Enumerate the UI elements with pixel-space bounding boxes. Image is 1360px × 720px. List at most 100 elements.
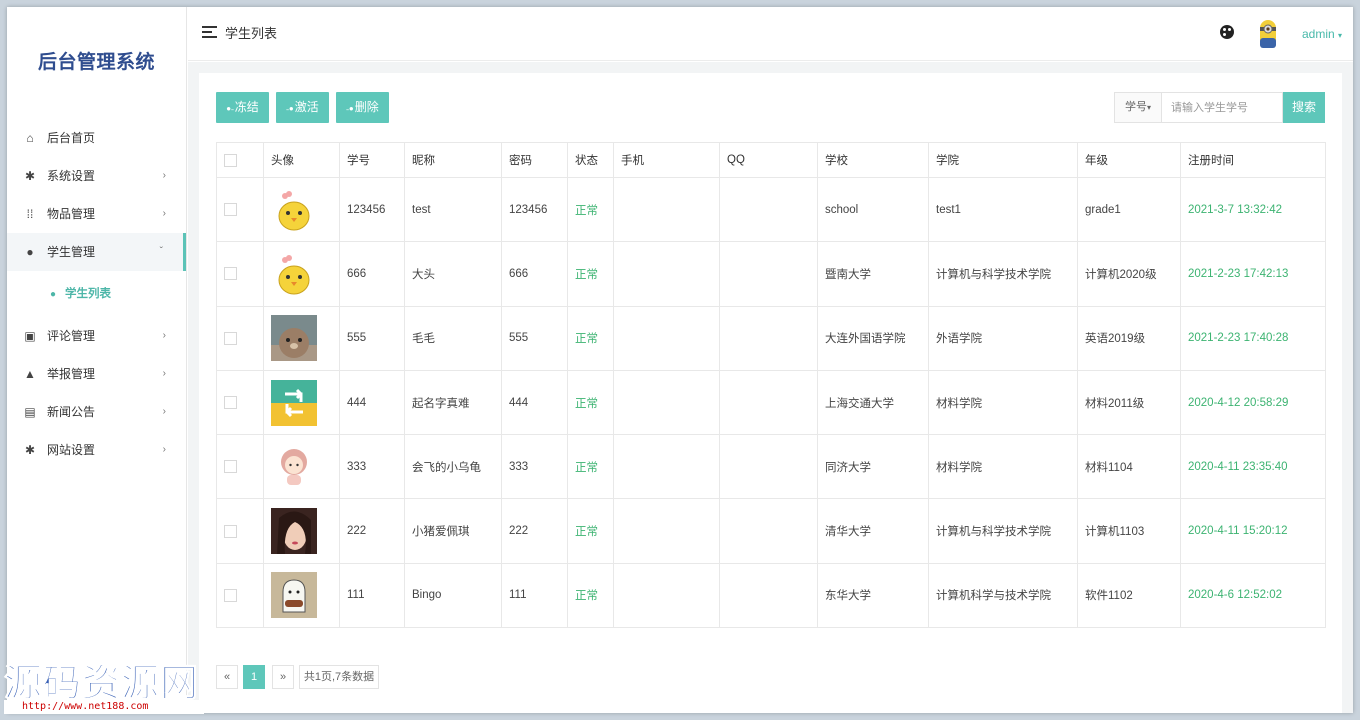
student-college: 计算机科学与技术学院 [928,562,1078,629]
sidebar-item-reports[interactable]: ▲ 举报管理 › [7,355,186,393]
activate-button[interactable]: ˗●激活 [276,92,329,123]
student-nickname: Bingo [404,562,502,629]
row-checkbox[interactable] [224,331,237,345]
palette-icon[interactable] [1220,25,1234,39]
bear-avatar [271,315,317,362]
table-header-row: 头像 学号 昵称 密码 状态 手机 QQ 学校 学院 年级 注册时间 [216,142,1326,178]
sidebar-item-comments[interactable]: ▣ 评论管理 › [7,317,186,355]
sidebar-item-students[interactable]: ● 学生管理 ˇ [7,233,186,271]
column-header: 年级 [1077,142,1181,178]
comment-icon: ▣ [24,329,36,343]
watermark-url: http://www.net188.com [4,700,204,714]
student-school: 东华大学 [817,562,929,629]
freeze-label: 冻结 [234,100,259,114]
sidebar-item-items[interactable]: ⁞⁞ 物品管理 › [7,195,186,233]
sidebar-item-label: 学生管理 [47,245,96,259]
sidebar-item-home[interactable]: ⌂ 后台首页 [7,119,186,157]
student-grade: 材料2011级 [1077,369,1181,436]
select-all-checkbox[interactable] [224,153,237,167]
student-status: 正常 [567,498,614,564]
student-grade: 软件1102 [1077,562,1181,629]
table-row: 111 Bingo 111 正常 东华大学 计算机科学与技术学院 软件1102 … [216,562,1326,629]
student-id: 444 [339,369,405,436]
users-icon: ● [49,289,57,300]
student-college: 材料学院 [928,434,1078,500]
users-icon: ● [26,245,34,259]
student-qq [719,434,818,500]
row-checkbox[interactable] [224,460,237,474]
column-header: 密码 [501,142,568,178]
student-school: 同济大学 [817,434,929,500]
student-id: 666 [339,241,405,307]
column-header: 头像 [263,142,340,178]
student-grade: 材料1104 [1077,434,1181,500]
user-name: admin [1302,27,1335,41]
sidebar-item-news[interactable]: ▤ 新闻公告 › [7,393,186,431]
student-id: 222 [339,498,405,564]
pagination-prev[interactable]: « [216,665,238,689]
row-checkbox[interactable] [224,267,237,281]
caret-down-icon: ▾ [1146,103,1151,112]
student-regtime: 2020-4-12 20:58:29 [1180,369,1326,436]
student-regtime: 2021-2-23 17:42:13 [1180,241,1326,307]
delete-button[interactable]: ˗●删除 [336,92,389,123]
student-status: 正常 [567,241,614,307]
student-college: 材料学院 [928,369,1078,436]
student-regtime: 2020-4-11 23:35:40 [1180,434,1326,500]
chevron-down-icon: ˇ [159,246,163,257]
chevron-right-icon: › [162,406,166,417]
student-nickname: 小猪爱佩琪 [404,498,502,564]
column-header: 昵称 [404,142,502,178]
row-checkbox[interactable] [224,524,237,538]
student-id: 333 [339,434,405,500]
sidebar-item-system-settings[interactable]: ✱ 系统设置 › [7,157,186,195]
news-icon: ▤ [24,405,36,419]
sidebar: 后台管理系统 ⌂ 后台首页 ✱ 系统设置 › ⁞⁞ 物品管理 › ● 学生管理 ˇ ● 学生列表… [7,7,187,713]
delete-label: 删除 [354,100,379,114]
chevron-right-icon: › [162,330,166,341]
student-nickname: 起名字真难 [404,369,502,436]
pagination-page[interactable]: 1 [243,665,265,689]
sidebar-item-site-settings[interactable]: ✱ 网站设置 › [7,431,186,469]
table-row: 222 小猪爱佩琪 222 正常 清华大学 计算机与科学技术学院 计算机1103… [216,498,1326,564]
user-menu[interactable]: admin ▾ [1302,7,1342,63]
student-nickname: 毛毛 [404,305,502,371]
avatar[interactable] [1257,18,1279,50]
student-school: 大连外国语学院 [817,305,929,371]
app-window: 后台管理系统 ⌂ 后台首页 ✱ 系统设置 › ⁞⁞ 物品管理 › ● 学生管理 ˇ ● 学生列表… [7,7,1353,713]
student-qq [719,241,818,307]
student-password: 222 [501,498,568,564]
sidebar-subitem-label: 学生列表 [65,288,111,300]
student-grade: 计算机2020级 [1077,241,1181,307]
column-header: 手机 [613,142,720,178]
row-checkbox[interactable] [224,203,237,217]
pagination-next[interactable]: » [272,665,294,689]
arrows-avatar [271,379,317,426]
search-button[interactable]: 搜索 [1283,92,1325,123]
search-type-select[interactable]: 学号▾ [1114,92,1162,123]
student-password: 666 [501,241,568,307]
photo-avatar [271,508,317,555]
sidebar-item-label: 评论管理 [47,329,96,343]
user-check-icon: ˗● [286,104,294,113]
student-phone [613,434,720,500]
student-qq [719,562,818,629]
student-college: 计算机与科学技术学院 [928,241,1078,307]
sidebar-item-label: 物品管理 [47,207,96,221]
student-status: 正常 [567,562,614,629]
sidebar-subitem-student-list[interactable]: ● 学生列表 [7,271,186,317]
row-checkbox[interactable] [224,396,237,410]
student-grade: grade1 [1077,176,1181,243]
search-input[interactable] [1161,92,1283,123]
student-phone [613,498,720,564]
menu-toggle-icon[interactable] [202,26,217,38]
column-header: 注册时间 [1180,142,1326,178]
row-checkbox[interactable] [224,588,237,602]
student-phone [613,562,720,629]
sidebar-menu: ⌂ 后台首页 ✱ 系统设置 › ⁞⁞ 物品管理 › ● 学生管理 ˇ ● 学生列表 ▣ 评论管理 ›… [7,119,186,469]
freeze-button[interactable]: ●˗冻结 [216,92,269,123]
table-row: 123456 test 123456 正常 school test1 grade… [216,176,1326,243]
brand-title: 后台管理系统 [37,52,155,73]
column-header: 学号 [339,142,405,178]
ghost-avatar [271,572,317,619]
